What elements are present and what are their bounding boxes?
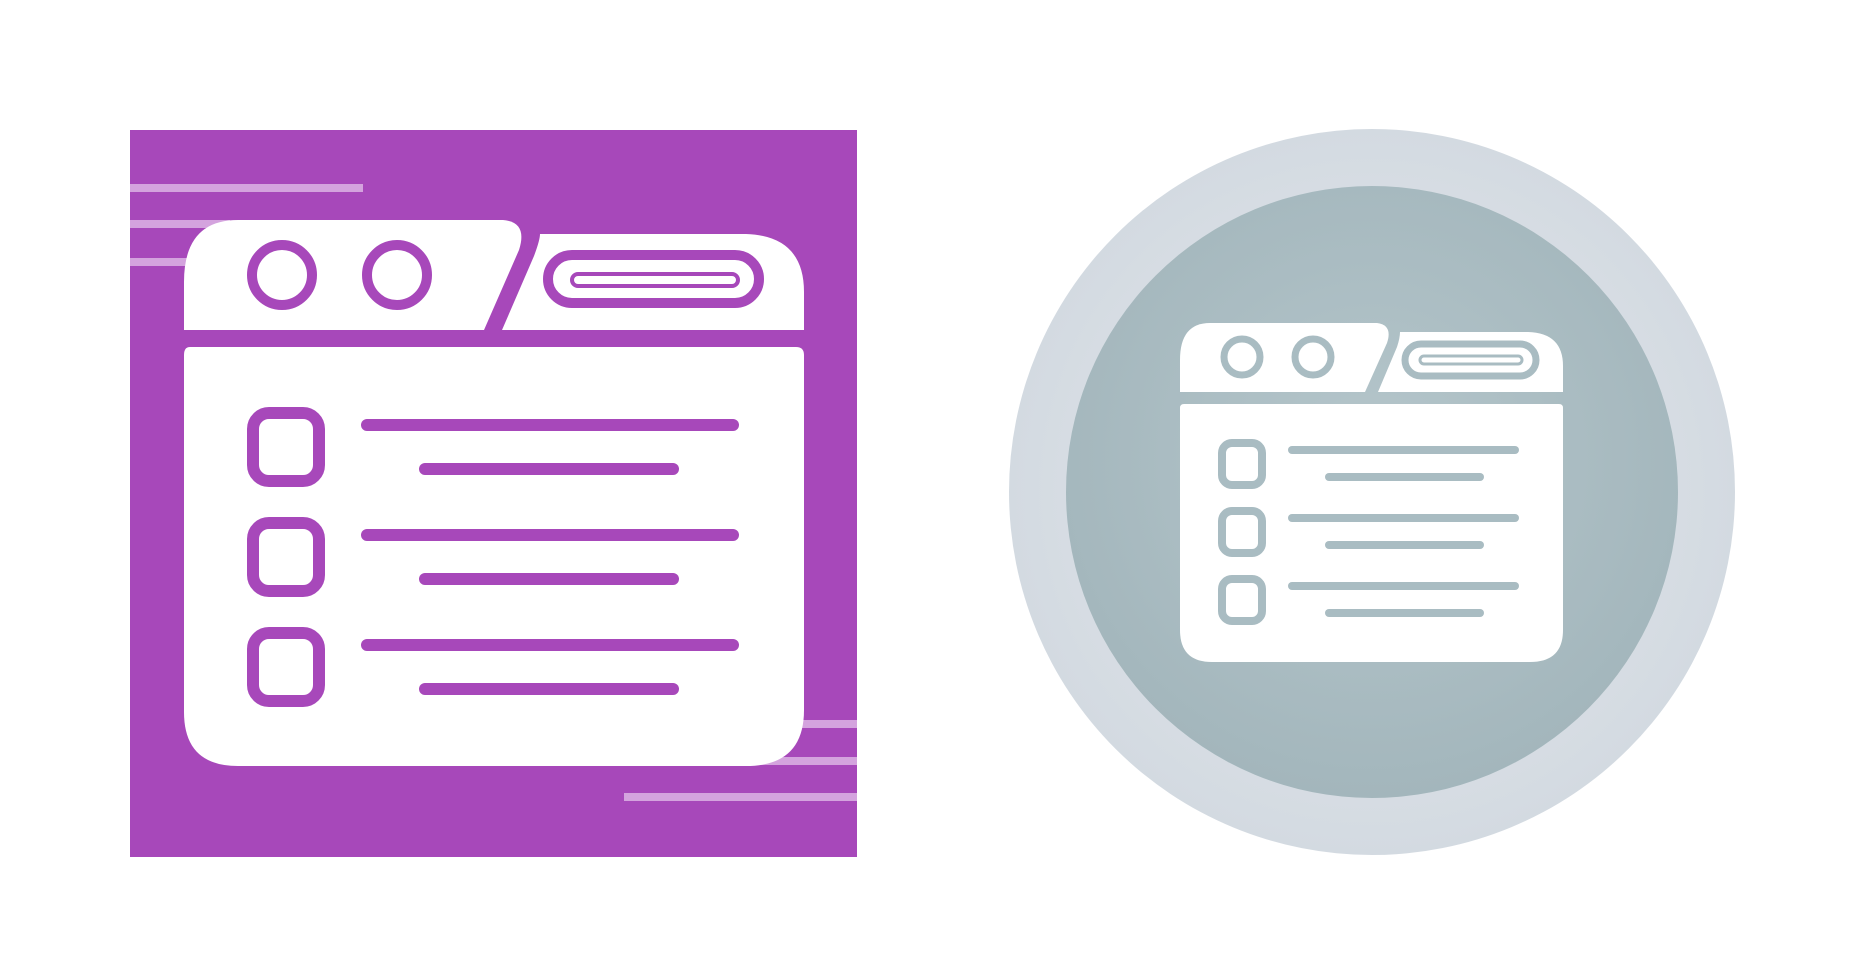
icon-sheet (130, 129, 1735, 857)
checklist-window-icon-gray (1009, 129, 1735, 855)
address-bar-inner (1418, 354, 1524, 366)
window-tab-left (184, 220, 522, 330)
window-tab-left (1180, 323, 1389, 392)
address-bar-inner (570, 272, 740, 288)
icon-showcase (0, 0, 1854, 980)
checklist-window-icon-purple (130, 130, 857, 857)
